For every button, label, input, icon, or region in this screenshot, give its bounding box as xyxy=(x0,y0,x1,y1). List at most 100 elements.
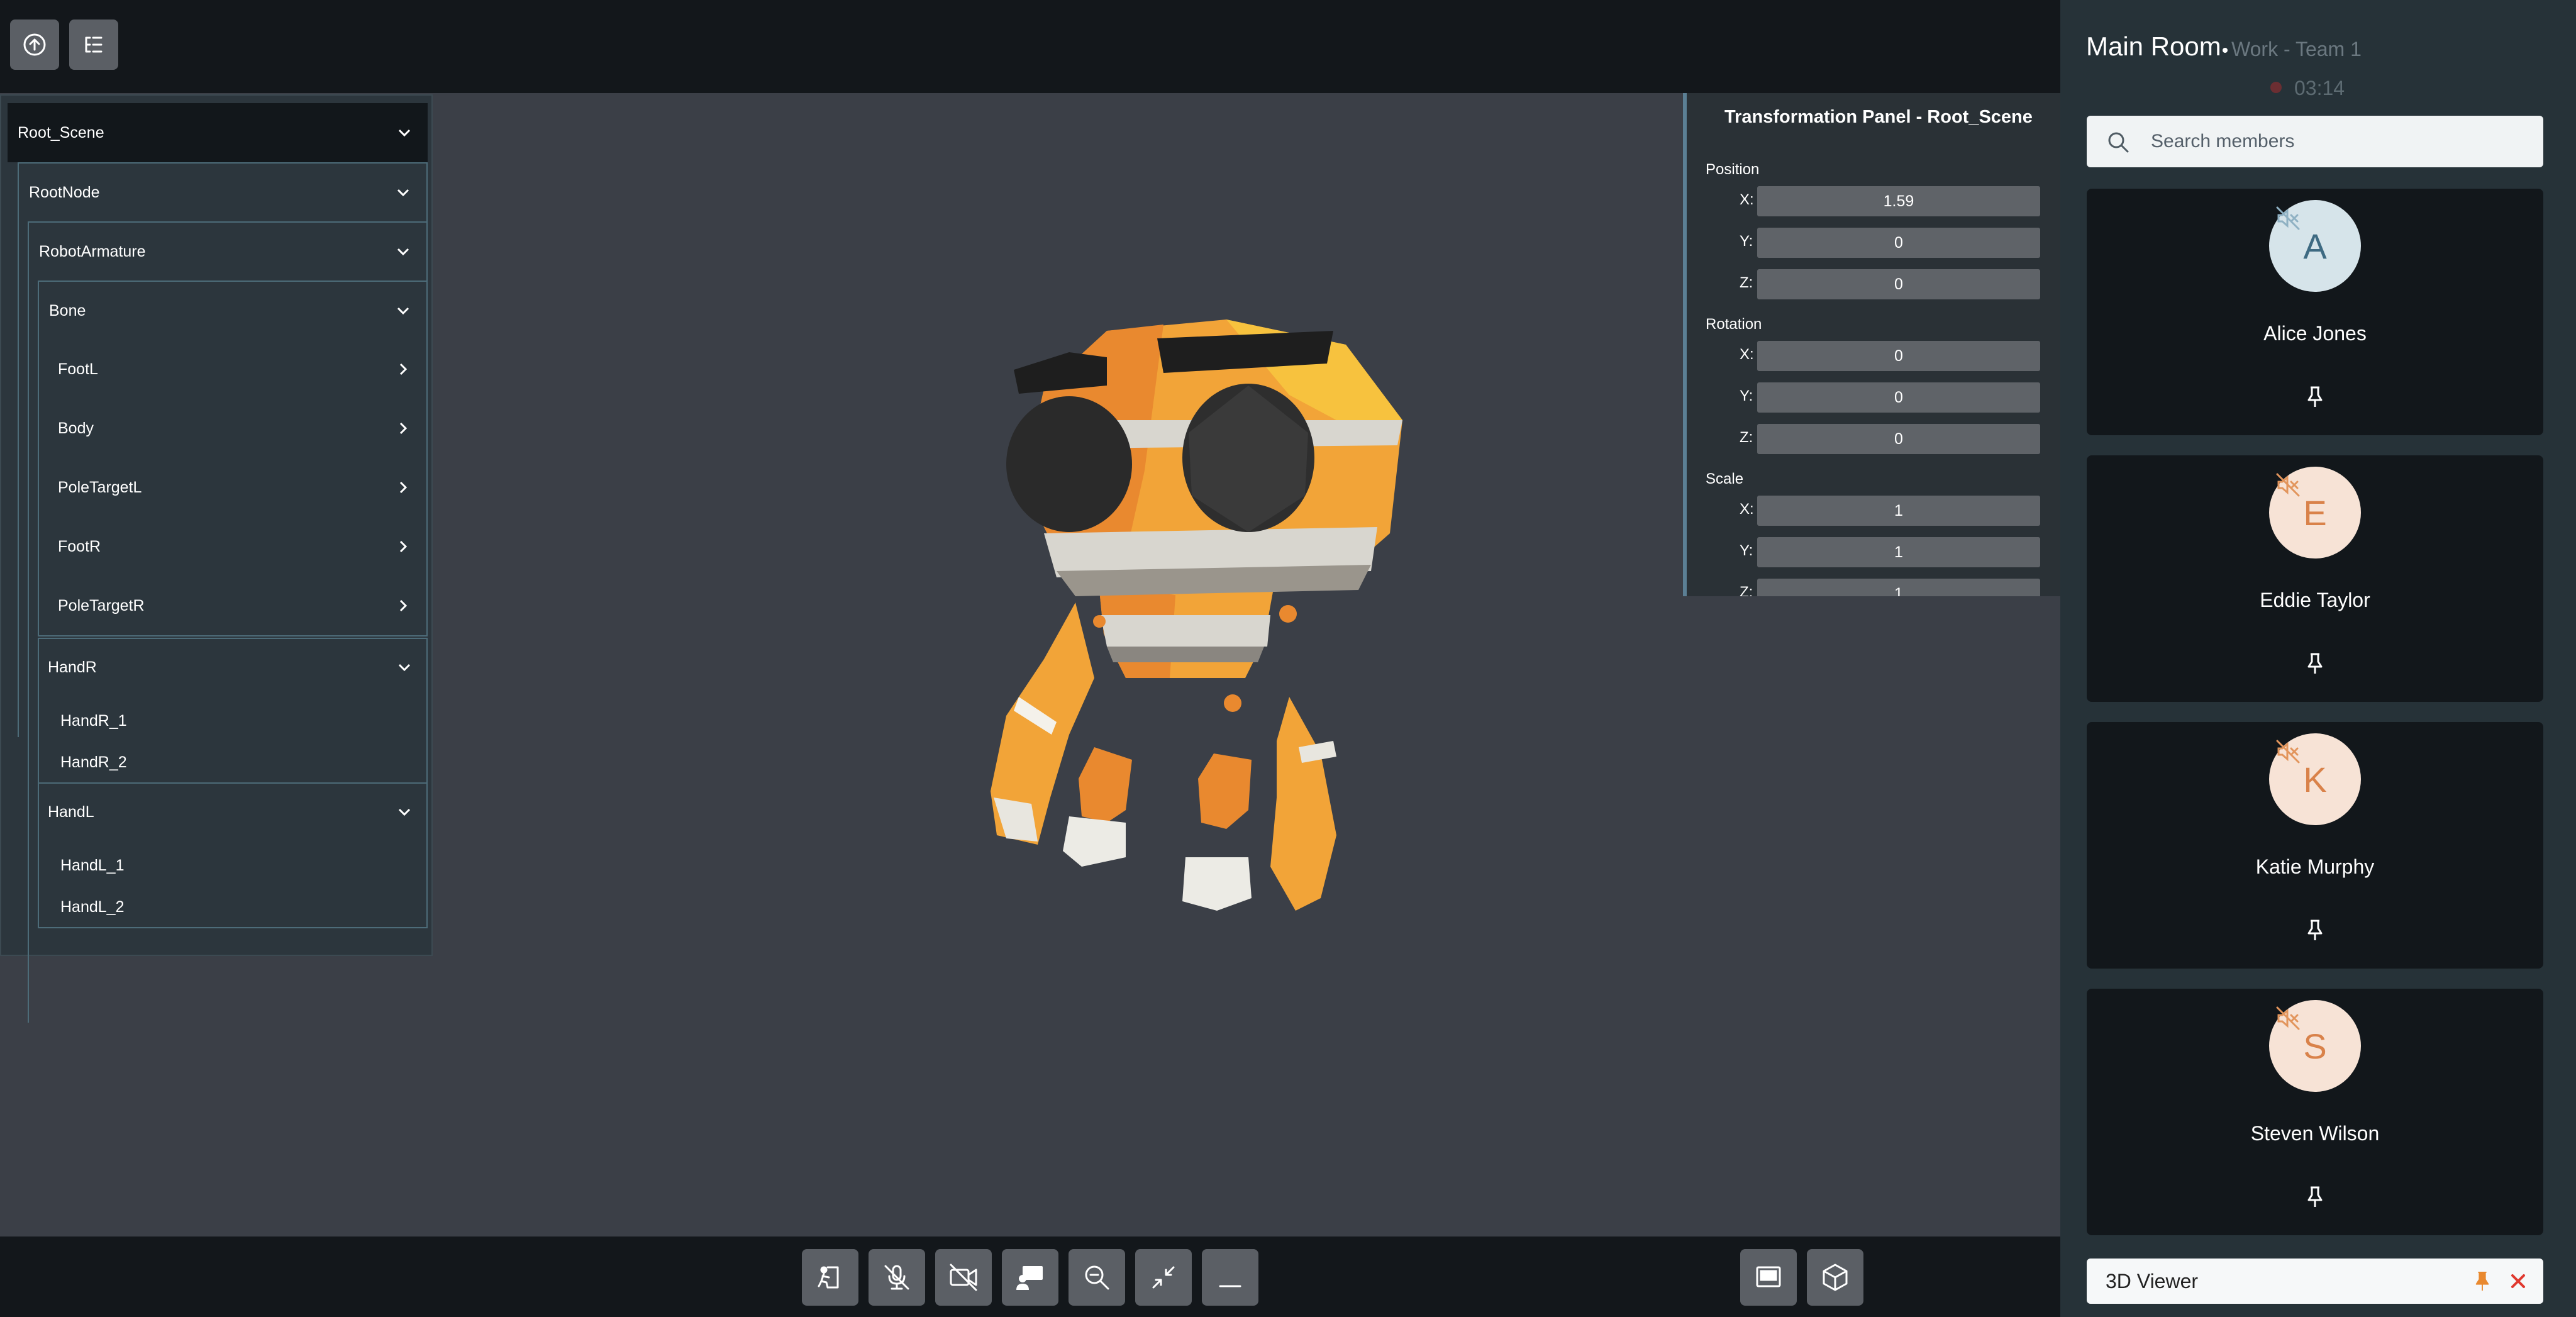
tree-node-hand-r[interactable]: HandR xyxy=(38,638,428,697)
exit-fullscreen-button[interactable] xyxy=(1135,1249,1192,1306)
pinned-viewer-label: 3D Viewer xyxy=(2106,1270,2199,1292)
member-card[interactable]: A Alice Jones xyxy=(2087,189,2543,435)
member-card[interactable]: E Eddie Taylor xyxy=(2087,455,2543,702)
tree-node-root-scene[interactable]: Root_Scene xyxy=(8,103,428,162)
screen-view-button[interactable] xyxy=(1740,1249,1797,1306)
pin-icon[interactable] xyxy=(2305,918,2325,942)
tree-node-robot-armature[interactable]: RobotArmature xyxy=(28,221,428,281)
search-icon xyxy=(2108,132,2129,153)
speaker-muted-icon xyxy=(2276,473,2300,497)
minimize-icon xyxy=(1219,1285,1241,1287)
transformation-panel-title: Transformation Panel - Root_Scene xyxy=(1724,107,2033,127)
rotation-z-field[interactable]: 0 xyxy=(1757,424,2040,454)
member-name: Eddie Taylor xyxy=(2260,589,2370,611)
minimize-button[interactable] xyxy=(1202,1249,1258,1306)
speaker-muted-icon xyxy=(2276,206,2300,230)
tree-node-pole-target-l[interactable]: PoleTargetL xyxy=(48,458,426,517)
tree-node-root-node[interactable]: RootNode xyxy=(18,162,428,221)
muted-indicator xyxy=(2269,469,2307,501)
tree-node-bone[interactable]: Bone xyxy=(38,281,428,340)
zoom-out-button[interactable] xyxy=(1069,1249,1125,1306)
pin-icon[interactable] xyxy=(2473,1270,2492,1292)
muted-indicator xyxy=(2269,736,2307,767)
tree-node-label: Bone xyxy=(49,301,86,320)
tree-node-body[interactable]: Body xyxy=(48,399,426,458)
tree-guide-line xyxy=(18,221,19,737)
tree-node-label: RootNode xyxy=(29,183,100,201)
tree-node-foot-r[interactable]: FootR xyxy=(48,517,426,576)
scene-tree-panel: Root_Scene RootNode RobotArmature Bone F… xyxy=(0,94,433,1023)
room-sidebar: Main Room Work - Team 1 03:14 A Alice Jo… xyxy=(2060,0,2576,1317)
exit-fullscreen-icon xyxy=(1152,1266,1175,1289)
pin-icon[interactable] xyxy=(2305,1185,2325,1209)
tree-leaf-hand-l-1[interactable]: HandL_1 xyxy=(60,857,124,875)
member-name: Katie Murphy xyxy=(2255,855,2375,878)
rotation-y-field[interactable]: 0 xyxy=(1757,382,2040,413)
camera-off-icon xyxy=(950,1264,977,1291)
search-input[interactable] xyxy=(2150,116,2527,167)
mic-toggle-button[interactable] xyxy=(869,1249,925,1306)
tree-node-label: PoleTargetR xyxy=(58,596,145,614)
upload-button[interactable] xyxy=(10,19,59,70)
share-screen-button[interactable] xyxy=(1002,1249,1058,1306)
camera-toggle-button[interactable] xyxy=(935,1249,992,1306)
scale-z-field[interactable]: 1 xyxy=(1757,579,2040,596)
close-icon[interactable] xyxy=(2509,1272,2527,1290)
rotation-section-label: Rotation xyxy=(1706,316,1762,333)
leave-room-icon xyxy=(818,1266,839,1289)
tree-node-label: RobotArmature xyxy=(39,242,146,260)
chevron-down-icon xyxy=(398,664,411,672)
tree-leaf-hand-r-1[interactable]: HandR_1 xyxy=(60,712,127,730)
leave-room-button[interactable] xyxy=(802,1249,858,1306)
tree-node-label: Body xyxy=(58,419,94,437)
position-y-field[interactable]: 0 xyxy=(1757,228,2040,258)
chevron-down-icon xyxy=(397,189,409,197)
tree-node-hand-l[interactable]: HandL xyxy=(38,782,428,842)
top-bar xyxy=(0,0,2060,93)
chevron-right-icon xyxy=(399,422,408,435)
tree-node-label: HandL xyxy=(48,803,94,821)
scale-y-field[interactable]: 1 xyxy=(1757,537,2040,567)
tree-list-icon xyxy=(85,36,103,53)
room-title: Main Room xyxy=(2086,31,2221,61)
3d-view-button[interactable] xyxy=(1807,1249,1863,1306)
speaker-muted-icon xyxy=(2276,740,2300,764)
position-x-field[interactable]: 1.59 xyxy=(1757,186,2040,216)
member-card[interactable]: K Katie Murphy xyxy=(2087,722,2543,969)
panel-scrollbar[interactable] xyxy=(1683,527,1687,596)
bottom-control-bar xyxy=(0,1236,2060,1317)
tree-node-label: FootR xyxy=(58,537,101,555)
tree-node-label: HandR xyxy=(48,658,97,676)
position-z-field[interactable]: 0 xyxy=(1757,269,2040,299)
muted-indicator xyxy=(2269,1003,2307,1034)
chevron-down-icon xyxy=(397,307,409,315)
muted-indicator xyxy=(2269,203,2307,234)
separator-dot xyxy=(2223,48,2228,53)
tree-leaf-hand-r-2[interactable]: HandR_2 xyxy=(60,753,127,772)
chevron-down-icon xyxy=(398,129,411,137)
tree-node-label: FootL xyxy=(58,360,98,378)
member-name: Steven Wilson xyxy=(2250,1122,2380,1145)
member-search[interactable] xyxy=(2087,116,2543,167)
recording-icon xyxy=(2270,82,2282,93)
tree-node-pole-target-r[interactable]: PoleTargetR xyxy=(48,576,426,635)
rotation-x-field[interactable]: 0 xyxy=(1757,341,2040,371)
tree-node-foot-l[interactable]: FootL xyxy=(48,340,426,399)
chevron-down-icon xyxy=(398,808,411,816)
tree-leaf-hand-l-2[interactable]: HandL_2 xyxy=(60,898,124,916)
pin-icon[interactable] xyxy=(2305,385,2325,409)
tree-node-label: Root_Scene xyxy=(18,123,104,142)
member-name: Alice Jones xyxy=(2263,322,2367,345)
member-card[interactable]: S Steven Wilson xyxy=(2087,989,2543,1235)
pin-icon[interactable] xyxy=(2305,652,2325,675)
share-screen-icon xyxy=(1016,1266,1043,1290)
pinned-3d-viewer-bar[interactable]: 3D Viewer xyxy=(2087,1259,2543,1304)
room-timer: 03:14 xyxy=(2294,77,2345,99)
scene-tree-toggle-button[interactable] xyxy=(69,19,118,70)
scale-x-field[interactable]: 1 xyxy=(1757,496,2040,526)
chevron-right-icon xyxy=(399,599,408,612)
tree-node-label: PoleTargetL xyxy=(58,478,142,496)
position-section-label: Position xyxy=(1706,161,1760,178)
speaker-muted-icon xyxy=(2276,1006,2300,1030)
zoom-out-icon xyxy=(1085,1265,1109,1290)
